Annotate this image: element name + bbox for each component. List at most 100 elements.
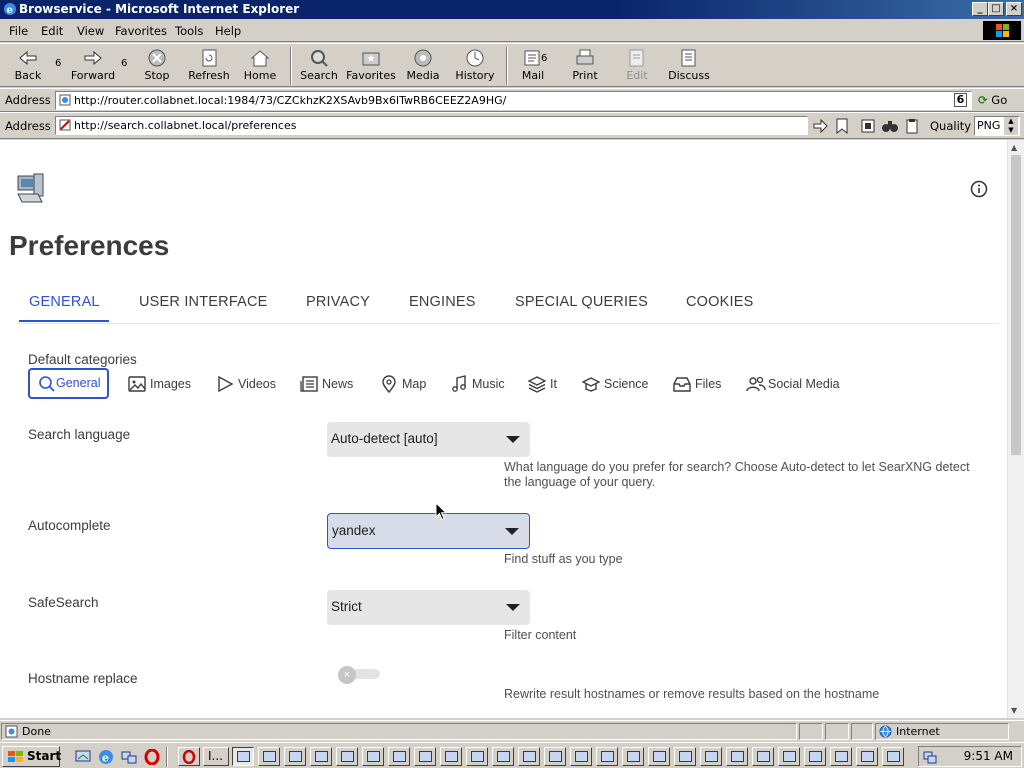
paste-icon[interactable] (904, 118, 920, 134)
vertical-scrollbar[interactable]: ▲ ▼ (1007, 140, 1024, 718)
taskbar-window-button[interactable] (804, 747, 826, 766)
category-social-media[interactable]: Social Media (746, 369, 840, 400)
taskbar-window-button[interactable] (388, 747, 410, 766)
info-icon[interactable] (970, 180, 988, 198)
back-history-count[interactable]: 6 (55, 58, 61, 69)
taskbar-window-button[interactable] (674, 747, 696, 766)
category-news[interactable]: News (300, 369, 353, 400)
taskbar-window-button[interactable] (466, 747, 488, 766)
taskbar-window-button[interactable] (856, 747, 878, 766)
taskbar-window-button[interactable] (284, 747, 306, 766)
navigate-arrow-icon[interactable] (812, 118, 828, 134)
windows-logo-icon (983, 21, 1021, 40)
category-map[interactable]: Map (380, 369, 426, 400)
taskbar-window-button-active[interactable] (232, 747, 254, 766)
menu-tools[interactable]: Tools (175, 24, 203, 38)
taskbar-window-button[interactable] (544, 747, 566, 766)
tab-cookies[interactable]: COOKIES (686, 294, 753, 310)
tab-general[interactable]: GENERAL (29, 294, 100, 310)
taskbar-window-button[interactable] (596, 747, 618, 766)
window-title-bar[interactable]: e Browservice - Microsoft Internet Explo… (0, 0, 1024, 19)
scroll-down-icon[interactable]: ▼ (1011, 706, 1017, 715)
tab-special-queries[interactable]: SPECIAL QUERIES (515, 294, 648, 310)
ie-quicklaunch-icon[interactable]: e (98, 749, 114, 765)
taskbar-opera-button[interactable] (178, 747, 200, 766)
favorites-button[interactable]: Favorites (346, 46, 396, 86)
media-button[interactable]: Media (404, 46, 442, 86)
minimize-button[interactable]: _ (972, 2, 988, 16)
category-general[interactable]: General (28, 368, 110, 399)
search-button[interactable]: Search (300, 46, 338, 86)
tab-privacy[interactable]: PRIVACY (306, 294, 370, 310)
scroll-up-icon[interactable]: ▲ (1011, 143, 1017, 152)
category-videos[interactable]: Videos (216, 369, 276, 400)
ie-address-input[interactable]: http://router.collabnet.local:1984/73/CZ… (55, 91, 972, 110)
category-it[interactable]: It (528, 369, 557, 400)
home-button[interactable]: Home (242, 46, 278, 86)
print-button[interactable]: Print (568, 46, 602, 86)
taskbar-window-button[interactable] (492, 747, 514, 766)
taskbar-window-button[interactable] (648, 747, 670, 766)
tab-user-interface[interactable]: USER INTERFACE (139, 294, 268, 310)
quality-select[interactable]: PNG ▲ ▼ (974, 116, 1020, 136)
stop-button[interactable]: Stop (140, 46, 174, 86)
menu-favorites[interactable]: Favorites (115, 24, 167, 38)
network-icon[interactable] (121, 749, 137, 765)
taskbar-ie-button[interactable]: I... (203, 747, 229, 766)
forward-history-count[interactable]: 6 (121, 58, 127, 69)
menu-help[interactable]: Help (215, 24, 241, 38)
category-files[interactable]: Files (673, 369, 721, 400)
links-badge[interactable]: 6 (954, 93, 967, 107)
show-desktop-icon[interactable] (75, 749, 91, 765)
hostname-replace-toggle[interactable]: × (338, 666, 380, 684)
quality-spinner-icon[interactable]: ▲ ▼ (1004, 117, 1018, 135)
refresh-button[interactable]: Refresh (186, 46, 232, 86)
taskbar-window-button[interactable] (778, 747, 800, 766)
browservice-address-input[interactable]: http://search.collabnet.local/preference… (55, 116, 808, 135)
taskbar-window-button[interactable] (570, 747, 592, 766)
taskbar-window-button[interactable] (752, 747, 774, 766)
start-button[interactable]: Start (2, 746, 61, 767)
taskbar-window-button[interactable] (622, 747, 644, 766)
taskbar-window-button[interactable] (310, 747, 332, 766)
taskbar-window-button[interactable] (362, 747, 384, 766)
autocomplete-select[interactable]: yandex (327, 513, 530, 549)
bookmark-icon[interactable] (835, 118, 849, 134)
taskbar-window-button[interactable] (518, 747, 540, 766)
maximize-button[interactable]: □ (988, 2, 1004, 16)
tray-network-icon[interactable] (923, 750, 937, 764)
discuss-button[interactable]: Discuss (668, 46, 710, 86)
clipboard-icon[interactable] (860, 118, 876, 134)
taskbar-window-button[interactable] (700, 747, 722, 766)
go-button[interactable]: ⟳ Go (978, 92, 1018, 110)
menu-view[interactable]: View (77, 24, 104, 38)
taskbar-window-button[interactable] (414, 747, 436, 766)
taskbar-window-button[interactable] (258, 747, 280, 766)
menu-edit[interactable]: Edit (41, 24, 63, 38)
opera-quicklaunch-icon[interactable] (144, 749, 160, 765)
taskbar-window-button[interactable] (336, 747, 358, 766)
safesearch-select[interactable]: Strict (327, 590, 530, 625)
hostname-replace-label: Hostname replace (28, 671, 138, 686)
toolbar-separator (290, 47, 292, 85)
taskbar-window-button[interactable] (726, 747, 748, 766)
category-science[interactable]: Science (582, 369, 648, 400)
find-binoculars-icon[interactable] (881, 118, 899, 134)
taskbar-window-button[interactable] (830, 747, 852, 766)
clock[interactable]: 9:51 AM (964, 749, 1013, 763)
search-language-select[interactable]: Auto-detect [auto] (327, 422, 530, 457)
back-button[interactable]: Back (10, 46, 46, 86)
taskbar-window-button[interactable] (440, 747, 462, 766)
close-button[interactable]: × (1006, 2, 1022, 16)
category-music[interactable]: Music (450, 369, 505, 400)
taskbar-window-button[interactable] (882, 747, 904, 766)
forward-button[interactable]: Forward (70, 46, 116, 86)
category-images[interactable]: Images (128, 369, 191, 400)
menu-file[interactable]: File (9, 24, 28, 38)
scrollbar-thumb[interactable] (1011, 155, 1021, 455)
menu-bar: File Edit View Favorites Tools Help (0, 19, 1024, 42)
history-button[interactable]: History (454, 46, 496, 86)
tab-engines[interactable]: ENGINES (409, 294, 476, 310)
mail-dropdown-count[interactable]: 6 (541, 53, 547, 64)
mail-button[interactable]: Mail (516, 46, 550, 86)
